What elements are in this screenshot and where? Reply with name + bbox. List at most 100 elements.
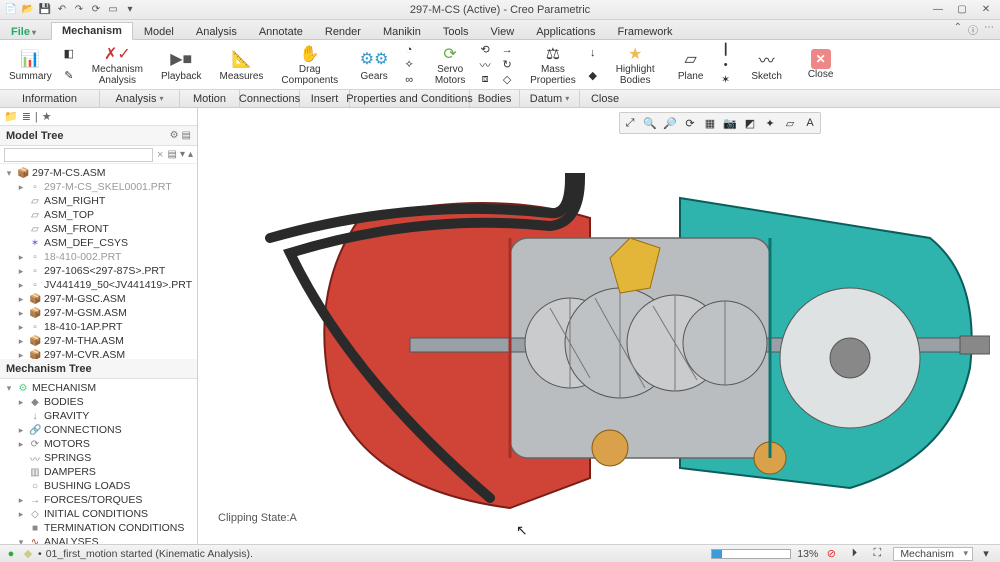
tab-manikin[interactable]: Manikin [372,23,432,40]
tree-item[interactable]: ▸◇INITIAL CONDITIONS [2,507,195,521]
twist-icon[interactable]: ▸ [16,280,26,291]
tab-framework[interactable]: Framework [607,23,684,40]
mass-properties-button[interactable]: ⚖ Mass Properties [525,42,581,87]
tree-settings-icon[interactable]: ⚙ [170,130,179,141]
undo-icon[interactable]: ↶ [55,3,69,17]
spring-icon[interactable]: 〰 [475,58,495,72]
collapse-icon[interactable]: ▴ [188,149,193,160]
force-motor-icon[interactable]: ⟲ [475,43,495,57]
ribbon-minimize-icon[interactable]: ⌃ [954,22,962,37]
footer-connections[interactable]: Connections [240,90,300,107]
twist-icon[interactable]: ▸ [16,509,26,520]
csys-icon[interactable]: ✶ [716,73,736,87]
tab-model[interactable]: Model [133,23,185,40]
tree-item[interactable]: ▱ASM_RIGHT [2,194,195,208]
mode-selector[interactable]: Mechanism [893,547,973,561]
tab-mechanism[interactable]: Mechanism [51,22,133,40]
mechanism-tree[interactable]: ▾⚙MECHANISM▸◆BODIES↓GRAVITY▸🔗CONNECTIONS… [0,379,197,544]
highlight-bodies-button[interactable]: ★ Highlight Bodies [611,42,660,87]
full-screen-icon[interactable]: ⛶ [870,547,884,561]
twist-icon[interactable]: ▸ [16,439,26,450]
tab-annotate[interactable]: Annotate [248,23,314,40]
tree-item[interactable]: ▸→FORCES/TORQUES [2,493,195,507]
tree-item[interactable]: ▸▫297-106S<297-87S>.PRT [2,264,195,278]
footer-properties[interactable]: Properties and Conditions [350,90,470,107]
footer-insert[interactable]: Insert [300,90,350,107]
model-tree-header[interactable]: Model Tree ⚙ ▤ [0,126,197,146]
tree-item[interactable]: ▸📦297-M-GSM.ASM [2,306,195,320]
regen-icon[interactable]: ⟳ [89,3,103,17]
drag-components-button[interactable]: ✋ Drag Components [276,42,343,87]
nav-fav-icon[interactable]: ★ [42,110,52,123]
twist-icon[interactable]: ▸ [16,336,26,347]
belt-icon[interactable]: ∞ [399,73,419,87]
status-menu-icon[interactable]: ▾ [979,547,993,561]
tree-item[interactable]: ▱ASM_TOP [2,208,195,222]
gears-button[interactable]: ⚙⚙ Gears [351,42,397,87]
tree-item[interactable]: ▸▫JV441419_50<JV441419>.PRT [2,278,195,292]
tree-item[interactable]: ▥DAMPERS [2,465,195,479]
twist-icon[interactable]: ▸ [16,425,26,436]
axis-icon[interactable]: ┃ [716,43,736,57]
twist-icon[interactable]: ▸ [16,495,26,506]
tree-item[interactable]: ▸📦297-M-GSC.ASM [2,292,195,306]
redo-icon[interactable]: ↷ [72,3,86,17]
footer-bodies[interactable]: Bodies [470,90,520,107]
tree-item[interactable]: ▾📦297-M-CS.ASM [2,166,195,180]
slot-icon[interactable]: ⟡ [399,58,419,72]
mechanism-tree-header[interactable]: Mechanism Tree [0,359,197,379]
twist-icon[interactable]: ▸ [16,397,26,408]
footer-motion[interactable]: Motion [180,90,240,107]
cam-icon[interactable]: ◔ [399,43,419,57]
status-indicator-icon[interactable]: ● [4,547,18,561]
twist-icon[interactable]: ▸ [16,252,26,263]
damper-icon[interactable]: ⧈ [475,73,495,87]
twist-icon[interactable]: ▸ [16,182,26,193]
twist-icon[interactable]: ▸ [16,266,26,277]
tree-item[interactable]: ▸▫297-M-CS_SKEL0001.PRT [2,180,195,194]
qat-dropdown-icon[interactable]: ▾ [123,3,137,17]
stop-analysis-icon[interactable]: ⊘ [824,547,838,561]
help-icon[interactable]: ⓘ [968,22,978,37]
playback-button[interactable]: ▶■ Playback [156,42,207,87]
tree-item[interactable]: ▸📦297-M-CVR.ASM [2,348,195,359]
close-app-button[interactable]: ✕ Close [798,42,844,87]
summary-aux2-icon[interactable]: ✎ [59,69,79,83]
footer-analysis[interactable]: Analysis▾ [100,90,180,107]
servo-motors-button[interactable]: ⟳ Servo Motors [427,42,473,87]
force-icon[interactable]: → [497,43,517,57]
tree-item[interactable]: ■TERMINATION CONDITIONS [2,521,195,535]
model-tree[interactable]: ▾📦297-M-CS.ASM▸▫297-M-CS_SKEL0001.PRT▱AS… [0,164,197,359]
close-window-button[interactable]: ✕ [976,3,996,17]
ic-icon[interactable]: ◆ [583,69,603,83]
twist-icon[interactable]: ▸ [16,308,26,319]
footer-datum[interactable]: Datum▾ [520,90,580,107]
init-cond-icon[interactable]: ◇ [497,73,517,87]
twist-icon[interactable]: ▾ [16,537,26,545]
tree-item[interactable]: ✶ASM_DEF_CSYS [2,236,195,250]
twist-icon[interactable]: ▸ [16,294,26,305]
status-secondary-icon[interactable]: ◆ [21,547,35,561]
filter-view-icon[interactable]: ▤ [167,149,176,160]
tree-item[interactable]: ▸◆BODIES [2,395,195,409]
summary-button[interactable]: 📊 Summary [4,42,57,87]
tab-analysis[interactable]: Analysis [185,23,248,40]
tree-item[interactable]: ▾⚙MECHANISM [2,381,195,395]
filter-input[interactable] [4,148,153,162]
tree-item[interactable]: 〰SPRINGS [2,451,195,465]
expand-icon[interactable]: ▾ [180,149,185,160]
tree-item[interactable]: ▸🔗CONNECTIONS [2,423,195,437]
tab-render[interactable]: Render [314,23,372,40]
twist-icon[interactable]: ▸ [16,322,26,333]
tab-tools[interactable]: Tools [432,23,480,40]
tree-item[interactable]: ▸▫18-410-002.PRT [2,250,195,264]
options-icon[interactable]: ⋯ [984,22,994,37]
twist-icon[interactable]: ▾ [4,383,14,394]
tree-show-icon[interactable]: ▤ [182,130,191,141]
nav-model-icon[interactable]: 📁 [4,110,18,123]
tree-item[interactable]: ↓GRAVITY [2,409,195,423]
tab-view[interactable]: View [480,23,526,40]
summary-aux1-icon[interactable]: ◧ [59,46,79,60]
footer-close[interactable]: Close [580,90,630,107]
tree-item[interactable]: ▸📦297-M-THA.ASM [2,334,195,348]
